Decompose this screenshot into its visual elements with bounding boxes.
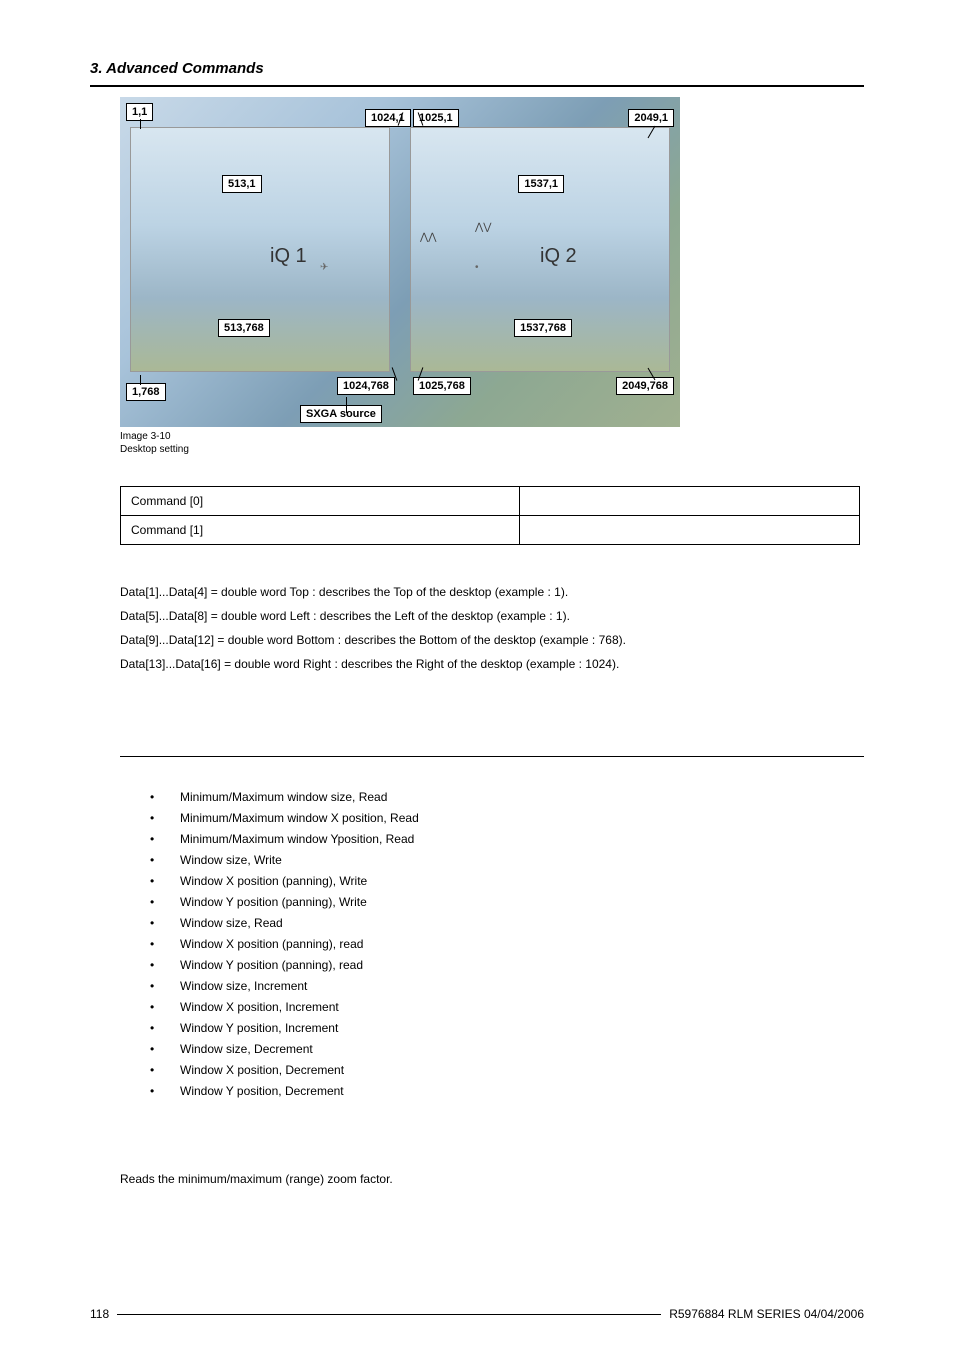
birds-decor: ⋀⋁	[475, 222, 491, 233]
list-item: •Window X position, Increment	[150, 997, 864, 1018]
list-item-label: Minimum/Maximum window size, Read	[180, 787, 387, 808]
bullet-icon: •	[150, 850, 180, 871]
list-item: •Window Y position, Increment	[150, 1018, 864, 1039]
list-item: •Window X position (panning), read	[150, 934, 864, 955]
cmd0-value	[520, 487, 860, 516]
coord-bmr: 1025,768	[413, 377, 471, 395]
list-item: •Window size, Read	[150, 913, 864, 934]
list-item-label: Window Y position, Increment	[180, 1018, 338, 1039]
coord-br: 2049,768	[616, 377, 674, 395]
bullet-icon: •	[150, 1039, 180, 1060]
list-item-label: Window size, Decrement	[180, 1039, 313, 1060]
list-item-label: Minimum/Maximum window X position, Read	[180, 808, 419, 829]
page-footer: 118 R5976884 RLM SERIES 04/04/2006	[90, 1307, 864, 1321]
bullet-icon: •	[150, 1060, 180, 1081]
bullet-list: •Minimum/Maximum window size, Read •Mini…	[150, 787, 864, 1102]
coord-bml: 1024,768	[337, 377, 395, 395]
list-item: •Window X position, Decrement	[150, 1060, 864, 1081]
bullet-icon: •	[150, 976, 180, 997]
caption-line-1: Image 3-10	[120, 431, 171, 442]
bullet-icon: •	[150, 787, 180, 808]
list-item-label: Window X position (panning), read	[180, 934, 363, 955]
list-item-label: Window Y position (panning), read	[180, 955, 363, 976]
document-id: R5976884 RLM SERIES 04/04/2006	[669, 1307, 864, 1321]
cmd1-label: Command [1]	[121, 516, 520, 545]
caption-line-2: Desktop setting	[120, 444, 189, 455]
table-row: Command [0]	[121, 487, 860, 516]
list-item-label: Window X position, Decrement	[180, 1060, 344, 1081]
bullet-icon: •	[150, 955, 180, 976]
table-row: Command [1]	[121, 516, 860, 545]
bullet-icon: •	[150, 1081, 180, 1102]
list-item: •Window Y position, Decrement	[150, 1081, 864, 1102]
dot-decor: •	[475, 262, 479, 273]
figure-caption: Image 3-10 Desktop setting	[120, 431, 864, 456]
list-item-label: Window size, Increment	[180, 976, 307, 997]
list-item: •Window X position (panning), Write	[150, 871, 864, 892]
header-rule	[90, 85, 864, 87]
data-description: Data[1]...Data[4] = double word Top : de…	[120, 580, 864, 676]
data-line-1: Data[1]...Data[4] = double word Top : de…	[120, 580, 864, 604]
list-item-label: Window size, Write	[180, 850, 282, 871]
list-item-label: Window X position (panning), Write	[180, 871, 367, 892]
section-header: 3. Advanced Commands	[90, 60, 864, 77]
bullet-icon: •	[150, 892, 180, 913]
coord-tm-left: 1024,1	[365, 109, 411, 127]
coord-br-right: 1537,768	[514, 319, 572, 337]
page-number: 118	[90, 1307, 109, 1321]
connector	[346, 397, 347, 413]
data-line-2: Data[5]...Data[8] = double word Left : d…	[120, 604, 864, 628]
bullet-icon: •	[150, 871, 180, 892]
desktop-diagram: iQ 1 iQ 2 ⋀⋀ ⋀⋁ ✈ • 1,1 1024,1 1025,1 20…	[120, 97, 680, 427]
list-item: •Window size, Decrement	[150, 1039, 864, 1060]
bullet-icon: •	[150, 829, 180, 850]
iq1-label: iQ 1	[270, 245, 307, 268]
coord-bl: 1,768	[126, 383, 166, 401]
list-item: •Minimum/Maximum window size, Read	[150, 787, 864, 808]
birds-decor: ⋀⋀	[420, 232, 436, 243]
bullet-icon: •	[150, 1018, 180, 1039]
list-item: •Window size, Write	[150, 850, 864, 871]
coord-ml-right: 1537,1	[518, 175, 564, 193]
zoom-description: Reads the minimum/maximum (range) zoom f…	[120, 1172, 864, 1186]
bullet-icon: •	[150, 808, 180, 829]
bullet-icon: •	[150, 934, 180, 955]
list-item-label: Window Y position (panning), Write	[180, 892, 367, 913]
cmd0-label: Command [0]	[121, 487, 520, 516]
plane-decor: ✈	[320, 262, 328, 273]
diagram-container: iQ 1 iQ 2 ⋀⋀ ⋀⋁ ✈ • 1,1 1024,1 1025,1 20…	[120, 97, 864, 427]
list-item-label: Window X position, Increment	[180, 997, 339, 1018]
list-item: •Minimum/Maximum window Yposition, Read	[150, 829, 864, 850]
command-table: Command [0] Command [1]	[120, 486, 860, 545]
connector	[140, 375, 141, 385]
sxga-source-label: SXGA source	[300, 405, 382, 423]
connector	[140, 119, 141, 129]
list-item: •Window Y position (panning), Write	[150, 892, 864, 913]
list-item: •Window size, Increment	[150, 976, 864, 997]
cmd1-value	[520, 516, 860, 545]
list-item: •Minimum/Maximum window X position, Read	[150, 808, 864, 829]
coord-ml-left: 513,1	[222, 175, 262, 193]
iq2-label: iQ 2	[540, 245, 577, 268]
list-item-label: Window Y position, Decrement	[180, 1081, 344, 1102]
list-item-label: Minimum/Maximum window Yposition, Read	[180, 829, 414, 850]
data-line-4: Data[13]...Data[16] = double word Right …	[120, 652, 864, 676]
list-item: •Window Y position (panning), read	[150, 955, 864, 976]
footer-rule	[117, 1314, 661, 1315]
coord-tr: 2049,1	[628, 109, 674, 127]
list-item-label: Window size, Read	[180, 913, 283, 934]
coord-bl-left: 513,768	[218, 319, 270, 337]
bullet-icon: •	[150, 913, 180, 934]
divider	[120, 756, 864, 757]
bullet-icon: •	[150, 997, 180, 1018]
data-line-3: Data[9]...Data[12] = double word Bottom …	[120, 628, 864, 652]
